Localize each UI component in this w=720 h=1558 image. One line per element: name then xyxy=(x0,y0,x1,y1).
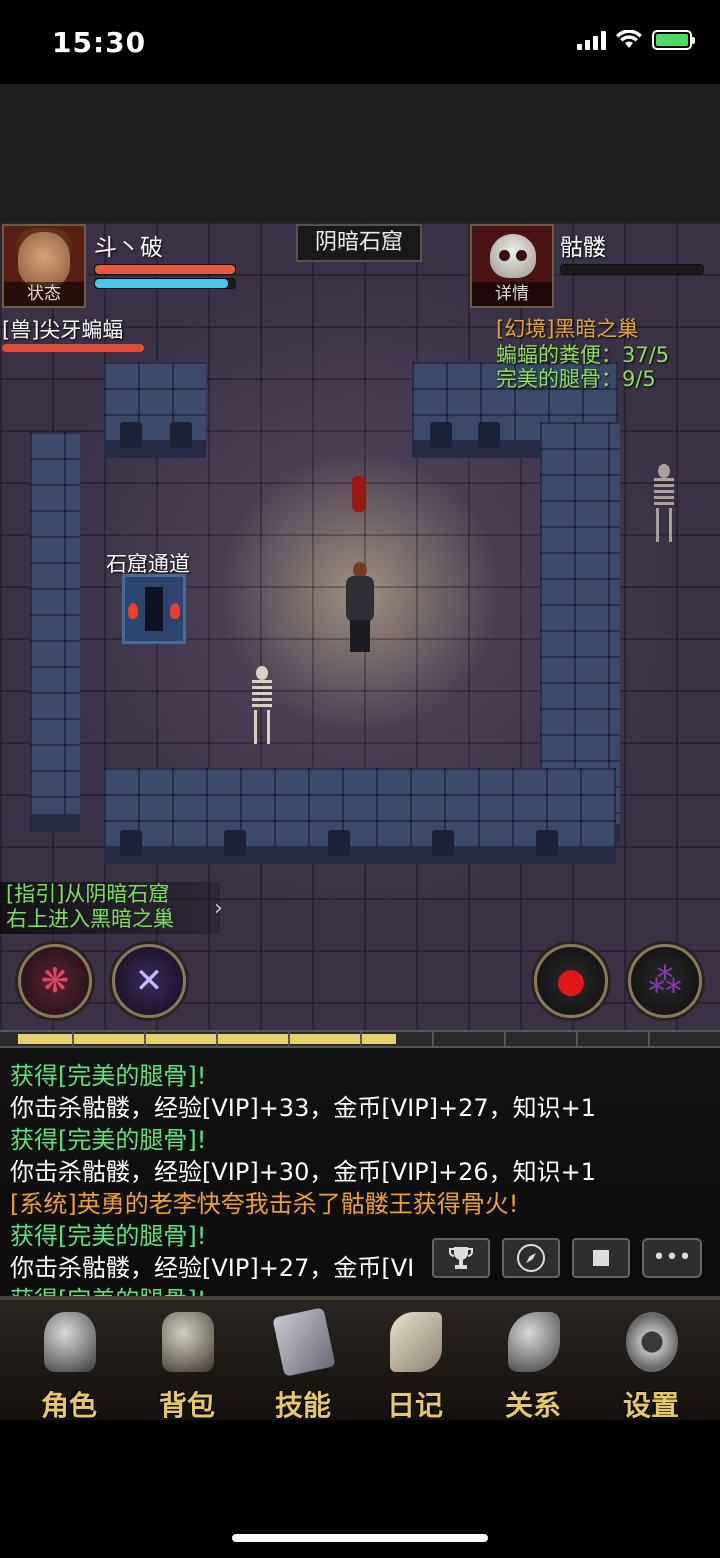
chat-message: 你击杀骷髅，经验[VIP]+33，金币[VIP]+27，知识+1 xyxy=(10,1094,597,1122)
home-indicator[interactable] xyxy=(232,1534,488,1542)
portal-gate[interactable] xyxy=(122,574,186,644)
player-portrait[interactable]: 状态 xyxy=(2,224,86,308)
compass-button[interactable] xyxy=(502,1238,560,1278)
skillbook-icon xyxy=(272,1307,336,1377)
pillar xyxy=(120,422,142,448)
target-label[interactable]: [兽]尖牙蝙蝠 xyxy=(2,314,123,344)
cross-blade-skill-icon: ✕ xyxy=(134,961,164,1001)
flame-icon xyxy=(170,603,180,619)
nav-skills[interactable]: 技能 xyxy=(248,1306,358,1422)
hero-face-icon xyxy=(18,232,70,288)
player-hp-fill xyxy=(95,265,235,274)
pillar xyxy=(120,830,142,856)
stop-button[interactable] xyxy=(572,1238,630,1278)
nav-label: 角色 xyxy=(40,1389,97,1422)
guide-line-2: 右上进入黑暗之巢 xyxy=(6,907,174,931)
nav-label: 技能 xyxy=(274,1389,331,1422)
battery-icon xyxy=(652,30,695,50)
skeleton-enemy[interactable] xyxy=(244,666,278,744)
chat-message: 获得[完美的腿骨]! xyxy=(10,1280,206,1296)
game-scene[interactable]: 状态 斗丶破 阴暗石窟 详情 骷髅 [兽]尖牙蝙蝠 [幻境]黑暗之巢 蝙蝠的粪便… xyxy=(0,222,720,1030)
quest-item: 完美的腿骨：9/5 xyxy=(496,367,656,391)
trophy-icon xyxy=(449,1247,473,1269)
guide-hint[interactable]: [指引]从阴暗石窟 右上进入黑暗之巢 xyxy=(0,882,220,934)
handshake-icon xyxy=(508,1312,560,1372)
status-button[interactable]: 状态 xyxy=(4,282,84,306)
skill-button-2[interactable]: ✕ xyxy=(112,944,186,1018)
pillar xyxy=(478,422,500,448)
trophy-button[interactable] xyxy=(432,1238,490,1278)
butterfly-skill-icon: ❋ xyxy=(40,961,70,1001)
grapes-icon: ⁂ xyxy=(648,961,682,1001)
player-mp-fill xyxy=(95,279,228,288)
bottom-nav: 角色 背包 技能 日记 关系 设置 xyxy=(0,1296,720,1422)
nav-relations[interactable]: 关系 xyxy=(478,1306,588,1422)
pillar xyxy=(432,830,454,856)
pillar xyxy=(224,830,246,856)
chat-message: 获得[完美的腿骨]! xyxy=(10,1126,207,1154)
pillar xyxy=(170,422,192,448)
quest-item: 蝙蝠的粪便：37/5 xyxy=(496,343,670,367)
chat-message: [系统]英勇的老李快夸我击杀了骷髅王获得骨火! xyxy=(10,1190,519,1218)
nav-label: 日记 xyxy=(386,1389,443,1422)
more-icon: ••• xyxy=(652,1245,692,1270)
nav-diary[interactable]: 日记 xyxy=(360,1306,470,1422)
scroll-icon xyxy=(390,1312,442,1372)
chat-message: 获得[完美的腿骨]! xyxy=(10,1062,207,1090)
skill-button-1[interactable]: ❋ xyxy=(18,944,92,1018)
skull-icon xyxy=(490,234,536,278)
location-title[interactable]: 阴暗石窟 xyxy=(296,224,422,262)
enemy-hp-bar xyxy=(560,264,704,275)
stop-icon xyxy=(593,1250,609,1266)
gear-icon xyxy=(626,1312,678,1372)
details-button[interactable]: 详情 xyxy=(472,282,552,306)
chevron-right-icon[interactable]: › xyxy=(214,896,223,921)
nav-settings[interactable]: 设置 xyxy=(596,1306,706,1422)
guide-line-1: [指引]从阴暗石窟 xyxy=(6,882,170,906)
wall-left xyxy=(30,432,80,832)
quest-title[interactable]: [幻境]黑暗之巢 xyxy=(496,316,638,342)
nav-label: 背包 xyxy=(158,1389,215,1422)
nav-character[interactable]: 角色 xyxy=(14,1306,124,1422)
target-hp-bar xyxy=(2,344,144,352)
apple-icon: ● xyxy=(556,961,586,1001)
chat-message: 你击杀骷髅，经验[VIP]+27，金币[VI xyxy=(10,1254,415,1282)
red-monster[interactable] xyxy=(352,476,366,512)
player-hp-bar xyxy=(94,264,236,275)
more-button[interactable]: ••• xyxy=(642,1238,702,1278)
nav-backpack[interactable]: 背包 xyxy=(132,1306,242,1422)
chat-message: 获得[完美的腿骨]! xyxy=(10,1222,207,1250)
chat-message: 你击杀骷髅，经验[VIP]+30，金币[VIP]+26，知识+1 xyxy=(10,1158,597,1186)
flame-icon xyxy=(128,603,138,619)
status-icons xyxy=(577,30,695,50)
player-character[interactable] xyxy=(340,562,380,652)
player-name: 斗丶破 xyxy=(94,235,163,261)
helmet-icon xyxy=(44,1312,96,1372)
clock: 15:30 xyxy=(52,26,147,59)
grape-item-button[interactable]: ⁂ xyxy=(628,944,702,1018)
compass-icon xyxy=(517,1244,545,1272)
pillar xyxy=(430,422,452,448)
enemy-portrait[interactable]: 详情 xyxy=(470,224,554,308)
experience-fill xyxy=(18,1034,396,1044)
status-bar: 15:30 xyxy=(0,0,720,84)
top-spacer xyxy=(0,84,720,222)
nav-label: 设置 xyxy=(622,1389,679,1422)
nav-label: 关系 xyxy=(504,1389,561,1422)
pillar xyxy=(328,830,350,856)
backpack-icon xyxy=(162,1312,214,1372)
skeleton-enemy[interactable] xyxy=(646,464,680,542)
signal-icon xyxy=(577,30,606,50)
player-mp-bar xyxy=(94,278,236,289)
apple-item-button[interactable]: ● xyxy=(534,944,608,1018)
enemy-name: 骷髅 xyxy=(560,235,606,261)
pillar xyxy=(536,830,558,856)
experience-bar xyxy=(0,1030,720,1048)
wifi-icon xyxy=(616,30,642,48)
